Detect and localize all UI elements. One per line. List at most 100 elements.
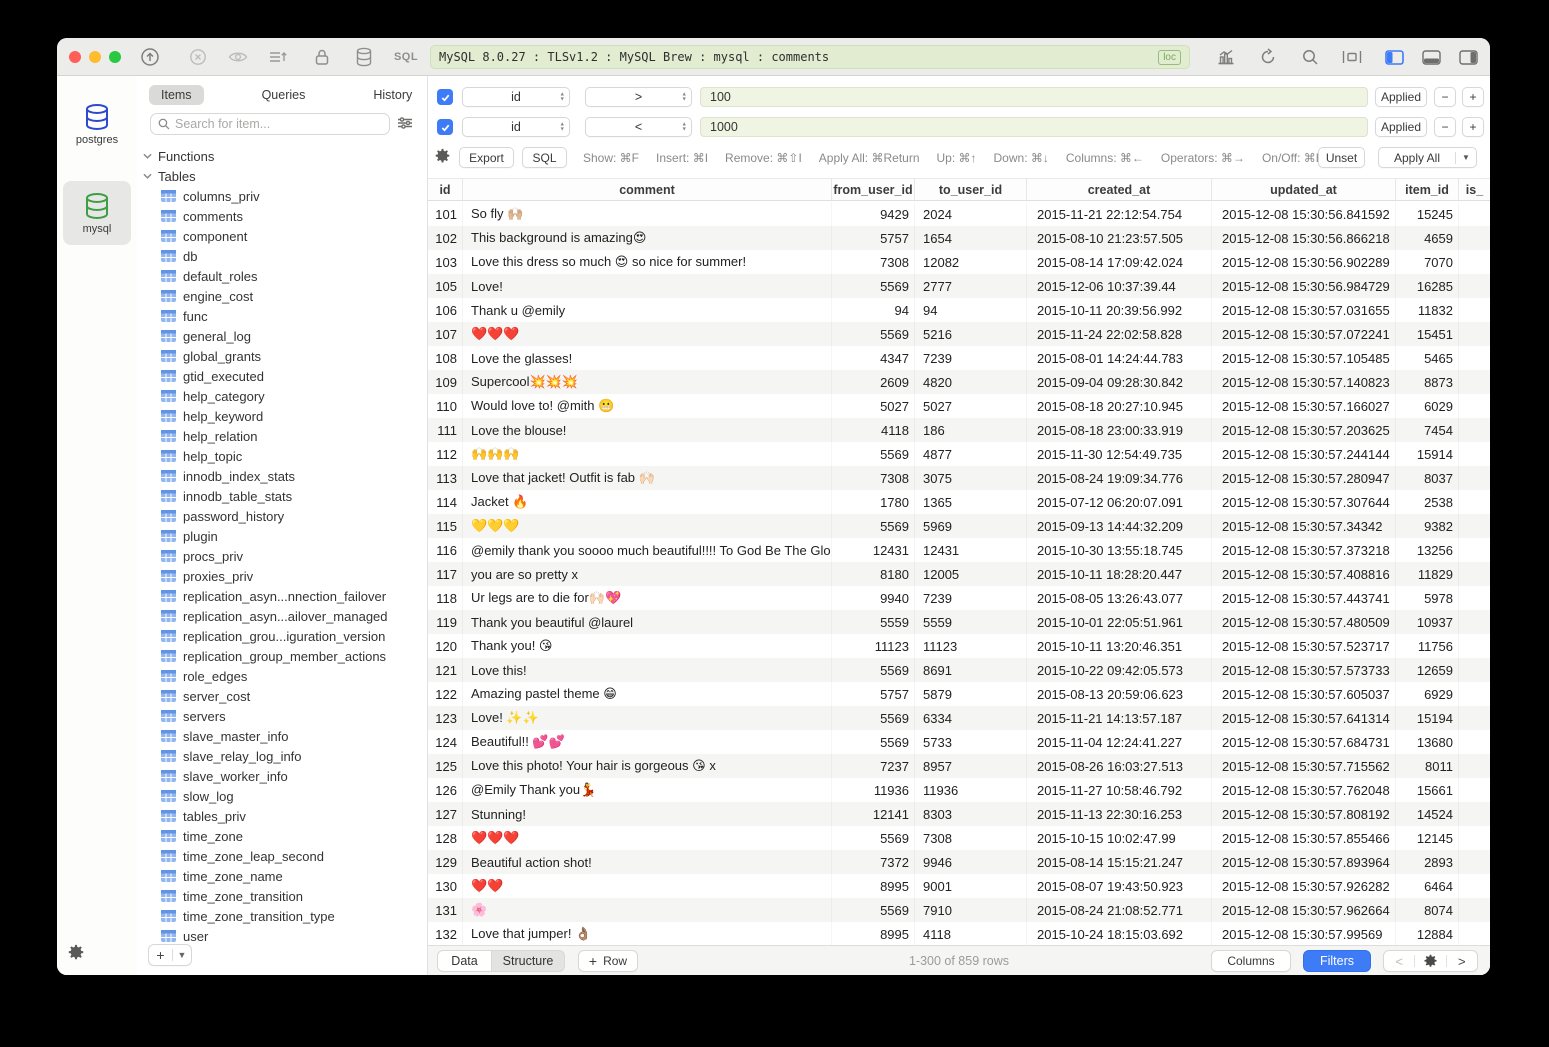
connection-postgres[interactable]: postgres bbox=[63, 92, 131, 156]
table-row[interactable]: 103Love this dress so much 😍 so nice for… bbox=[428, 250, 1490, 274]
toggle-left-panel-icon[interactable] bbox=[1381, 38, 1407, 76]
sidebar-item-table[interactable]: columns_priv bbox=[137, 186, 427, 206]
lock-icon[interactable] bbox=[309, 38, 335, 76]
table-row[interactable]: 123Love! ✨✨556963342015-11-21 14:13:57.1… bbox=[428, 706, 1490, 730]
section-tables[interactable]: Tables bbox=[137, 166, 427, 186]
list-filter-icon[interactable] bbox=[397, 115, 413, 136]
sidebar-item-table[interactable]: replication_asyn...ailover_managed bbox=[137, 606, 427, 626]
table-row[interactable]: 129Beautiful action shot!737299462015-08… bbox=[428, 850, 1490, 874]
sidebar-item-table[interactable]: component bbox=[137, 226, 427, 246]
add-filter-button[interactable]: + bbox=[1462, 117, 1484, 137]
sidebar-item-table[interactable]: proxies_priv bbox=[137, 566, 427, 586]
settings-gear-icon[interactable] bbox=[67, 944, 85, 967]
column-header[interactable]: updated_at bbox=[1212, 179, 1396, 200]
sidebar-item-table[interactable]: func bbox=[137, 306, 427, 326]
add-item-button[interactable]: + ▼ bbox=[148, 944, 192, 966]
sidebar-item-table[interactable]: time_zone_name bbox=[137, 866, 427, 886]
structure-tab-button[interactable]: Structure bbox=[492, 950, 565, 972]
sidebar-item-table[interactable]: password_history bbox=[137, 506, 427, 526]
preview-eye-icon[interactable] bbox=[225, 38, 251, 76]
sidebar-item-table[interactable]: time_zone_transition_type bbox=[137, 906, 427, 926]
sidebar-item-table[interactable]: comments bbox=[137, 206, 427, 226]
column-header[interactable]: from_user_id bbox=[832, 179, 915, 200]
filter-applied-button[interactable]: Applied bbox=[1375, 87, 1427, 107]
table-row[interactable]: 106Thank u @emily94942015-10-11 20:39:56… bbox=[428, 298, 1490, 322]
fit-columns-icon[interactable] bbox=[1339, 38, 1365, 76]
sidebar-item-table[interactable]: innodb_index_stats bbox=[137, 466, 427, 486]
sidebar-item-table[interactable]: servers bbox=[137, 706, 427, 726]
table-row[interactable]: 112🙌🙌🙌556948772015-11-30 12:54:49.735201… bbox=[428, 442, 1490, 466]
table-row[interactable]: 108Love the glasses!434772392015-08-01 1… bbox=[428, 346, 1490, 370]
filter-operator-select[interactable]: < ▲▼ bbox=[585, 117, 692, 137]
next-page-button[interactable]: > bbox=[1447, 954, 1477, 969]
filter-column-select[interactable]: id ▲▼ bbox=[462, 117, 570, 137]
column-header[interactable]: comment bbox=[463, 179, 832, 200]
sidebar-item-table[interactable]: default_roles bbox=[137, 266, 427, 286]
filter-enabled-checkbox[interactable] bbox=[437, 89, 453, 105]
database-icon[interactable] bbox=[351, 38, 377, 76]
table-row[interactable]: 125Love this photo! Your hair is gorgeou… bbox=[428, 754, 1490, 778]
connection-mysql[interactable]: mysql bbox=[63, 181, 131, 245]
sidebar-item-table[interactable]: help_topic bbox=[137, 446, 427, 466]
sidebar-item-table[interactable]: slave_master_info bbox=[137, 726, 427, 746]
chart-icon[interactable] bbox=[1213, 38, 1239, 76]
export-button[interactable]: Export bbox=[459, 147, 514, 168]
sidebar-item-table[interactable]: slave_relay_log_info bbox=[137, 746, 427, 766]
table-row[interactable]: 126@Emily Thank you💃11936119362015-11-27… bbox=[428, 778, 1490, 802]
table-row[interactable]: 101So fly 🙌🏼942920242015-11-21 22:12:54.… bbox=[428, 202, 1490, 226]
remove-filter-button[interactable]: − bbox=[1434, 117, 1456, 137]
data-tab-button[interactable]: Data bbox=[437, 950, 492, 972]
sidebar-item-table[interactable]: gtid_executed bbox=[137, 366, 427, 386]
sidebar-item-table[interactable]: time_zone_transition bbox=[137, 886, 427, 906]
filter-settings-gear-icon[interactable] bbox=[434, 148, 451, 170]
table-row[interactable]: 109Supercool💥💥💥260948202015-09-04 09:28:… bbox=[428, 370, 1490, 394]
sidebar-item-table[interactable]: general_log bbox=[137, 326, 427, 346]
table-row[interactable]: 124Beautiful!! 💕💕556957332015-11-04 12:2… bbox=[428, 730, 1490, 754]
filter-applied-button[interactable]: Applied bbox=[1375, 117, 1427, 137]
toggle-bottom-panel-icon[interactable] bbox=[1418, 38, 1444, 76]
remove-filter-button[interactable]: − bbox=[1434, 87, 1456, 107]
sidebar-item-table[interactable]: role_edges bbox=[137, 666, 427, 686]
tab-queries[interactable]: Queries bbox=[250, 85, 318, 105]
table-row[interactable]: 111Love the blouse!41181862015-08-18 23:… bbox=[428, 418, 1490, 442]
unset-button[interactable]: Unset bbox=[1318, 147, 1365, 168]
tab-history[interactable]: History bbox=[361, 85, 424, 105]
table-row[interactable]: 102This background is amazing😍5757165420… bbox=[428, 226, 1490, 250]
sql-button[interactable]: SQL bbox=[522, 147, 567, 168]
sidebar-item-table[interactable]: replication_asyn...nnection_failover bbox=[137, 586, 427, 606]
sidebar-item-table[interactable]: global_grants bbox=[137, 346, 427, 366]
column-header[interactable]: to_user_id bbox=[915, 179, 1027, 200]
zoom-window-button[interactable] bbox=[109, 51, 121, 63]
column-header[interactable]: id bbox=[428, 179, 463, 200]
connect-icon[interactable] bbox=[137, 38, 163, 76]
sidebar-item-table[interactable]: slow_log bbox=[137, 786, 427, 806]
sidebar-item-table[interactable]: time_zone_leap_second bbox=[137, 846, 427, 866]
table-row[interactable]: 132Love that jumper! 👌🏽899541182015-10-2… bbox=[428, 922, 1490, 945]
table-row[interactable]: 121Love this!556986912015-10-22 09:42:05… bbox=[428, 658, 1490, 682]
table-row[interactable]: 110Would love to! @mith 😬502750272015-08… bbox=[428, 394, 1490, 418]
filter-enabled-checkbox[interactable] bbox=[437, 119, 453, 135]
sidebar-item-table[interactable]: server_cost bbox=[137, 686, 427, 706]
column-header[interactable]: item_id bbox=[1396, 179, 1459, 200]
table-row[interactable]: 116@emily thank you soooo much beautiful… bbox=[428, 538, 1490, 562]
sidebar-item-table[interactable]: replication_group_member_actions bbox=[137, 646, 427, 666]
table-row[interactable]: 114Jacket 🔥178013652015-07-12 06:20:07.0… bbox=[428, 490, 1490, 514]
table-row[interactable]: 128❤️❤️❤️556973082015-10-15 10:02:47.992… bbox=[428, 826, 1490, 850]
sidebar-item-table[interactable]: replication_grou...iguration_version bbox=[137, 626, 427, 646]
close-window-button[interactable] bbox=[69, 51, 81, 63]
sidebar-item-table[interactable]: slave_worker_info bbox=[137, 766, 427, 786]
minimize-window-button[interactable] bbox=[89, 51, 101, 63]
table-row[interactable]: 122Amazing pastel theme 😁575758792015-08… bbox=[428, 682, 1490, 706]
filter-column-select[interactable]: id ▲▼ bbox=[462, 87, 570, 107]
prev-page-button[interactable]: < bbox=[1384, 954, 1414, 969]
columns-button[interactable]: Columns bbox=[1211, 950, 1291, 972]
add-row-button[interactable]: + Row bbox=[578, 950, 638, 972]
sidebar-item-table[interactable]: db bbox=[137, 246, 427, 266]
filter-operator-select[interactable]: > ▲▼ bbox=[585, 87, 692, 107]
refresh-icon[interactable] bbox=[1255, 38, 1281, 76]
disconnect-icon[interactable] bbox=[185, 38, 211, 76]
sidebar-item-table[interactable]: procs_priv bbox=[137, 546, 427, 566]
sidebar-item-table[interactable]: help_relation bbox=[137, 426, 427, 446]
sidebar-item-table[interactable]: help_keyword bbox=[137, 406, 427, 426]
table-row[interactable]: 105Love!556927772015-12-06 10:37:39.4420… bbox=[428, 274, 1490, 298]
